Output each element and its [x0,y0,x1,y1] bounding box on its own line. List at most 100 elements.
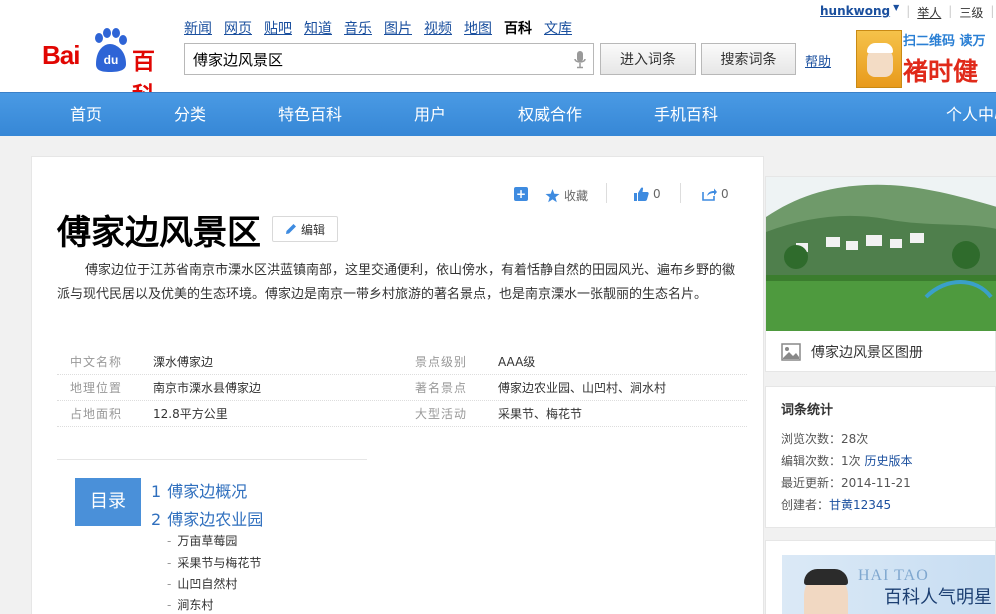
article-summary: 傅家边位于江苏省南京市溧水区洪蓝镇南部，这里交通便利，依山傍水，有着恬静自然的田… [57,263,736,302]
pencil-icon [285,224,296,234]
topnav-video[interactable]: 视频 [424,18,452,38]
entry-stats-card: 词条统计 浏览次数：28次 编辑次数：1次 历史版本 最近更新：2014-11-… [765,386,996,528]
toc-subitem[interactable]: - 山凹自然村 [167,575,237,592]
nav-partners[interactable]: 权威合作 [518,93,582,137]
thumbs-up-icon [634,187,649,201]
username-link[interactable]: hunkwong [820,4,890,21]
star-icon [545,188,560,202]
info-row: 占地面积 12.8平方公里 大型活动 采果节、梅花节 [57,401,747,427]
search-input[interactable] [185,44,555,74]
like-button[interactable]: 0 [634,187,661,201]
like-count: 0 [653,187,661,201]
topnav-baike[interactable]: 百科 [504,18,532,38]
stats-heading: 词条统计 [781,403,834,418]
picture-icon [781,343,801,361]
ad-portrait-hair [804,569,848,585]
top-header: Bai du 百科 新闻 网页 贴吧 知道 音乐 图片 视频 地图 百科 文库 … [0,0,996,109]
article-card: + 收藏 0 0 傅家边风景区 编辑 傅家边位于江苏省南京市溧水区洪蓝镇南部，这… [31,156,764,614]
stats-updated: 最近更新：2014-11-21 [781,476,911,490]
info-key: 大型活动 [415,407,468,421]
toc-subitem[interactable]: - 采果节与梅花节 [167,554,261,571]
toc-subitem-text: 涧东村 [177,598,214,612]
nav-home[interactable]: 首页 [70,93,102,137]
stats-creator: 创建者：甘黄12345 [781,496,891,513]
logo-bai-text: Bai [42,40,80,70]
divider: | [990,4,995,18]
search-box [184,43,594,75]
edit-label: 编辑 [300,222,325,237]
info-value: 溧水傅家边 [153,355,214,369]
nav-featured[interactable]: 特色百科 [278,93,342,137]
table-of-contents: 目录 1 傅家边概况 2 傅家边农业园 - 万亩草莓园 - 采果节与梅花节 - 山凹自然村… [57,459,367,614]
divider: | [906,4,911,18]
share-button[interactable]: 0 [702,187,729,201]
share-icon [702,188,717,201]
share-count: 0 [721,187,729,201]
collect-button[interactable]: 收藏 [545,187,588,204]
toc-number: 2 [151,510,162,529]
ad-brand-text: 褚时健 [903,57,979,86]
topnav-map[interactable]: 地图 [464,18,492,38]
album-card[interactable]: 傅家边风景区图册 [765,176,996,372]
logo-du-text: du [104,53,119,67]
help-link[interactable]: 帮助 [805,51,831,70]
info-value: 采果节、梅花节 [498,407,583,421]
info-key: 景点级别 [415,355,468,369]
info-row: 中文名称 溧水傅家边 景点级别 AAA级 [57,349,747,375]
enter-entry-button[interactable]: 进入词条 [600,43,696,75]
topnav-news[interactable]: 新闻 [184,18,212,38]
article-title: 傅家边风景区 [57,213,261,253]
stats-creator-label: 创建者： [781,498,830,512]
user-level-text: 三级 [959,6,984,20]
toc-label: 目录 [75,478,141,526]
info-key: 著名景点 [415,381,468,395]
scenic-photo [766,177,996,331]
toc-subitem[interactable]: - 涧东村 [167,596,213,613]
info-box: 中文名称 溧水傅家边 景点级别 AAA级 地理位置 南京市溧水县傅家边 著名景点… [57,349,747,427]
nav-mobile[interactable]: 手机百科 [654,93,718,137]
topnav-tieba[interactable]: 贴吧 [264,18,292,38]
collect-label: 收藏 [564,189,589,203]
toc-item-1[interactable]: 1 傅家边概况 [151,478,247,502]
stats-views: 浏览次数：28次 [781,432,869,446]
topnav-web[interactable]: 网页 [224,18,252,38]
topnav-music[interactable]: 音乐 [344,18,372,38]
add-button[interactable]: + [514,187,528,201]
user-rank-link[interactable]: 举人 [917,4,941,21]
history-link[interactable]: 历史版本 [864,454,912,468]
info-value: 南京市溧水县傅家边 [153,381,262,395]
baidu-paw-icon: du [95,28,127,72]
toc-item-2[interactable]: 2 傅家边农业园 [151,506,263,530]
creator-link[interactable]: 甘黄12345 [829,498,891,512]
header-ad-banner[interactable]: 扫二维码 读万 褚时健 [856,30,996,88]
nav-users[interactable]: 用户 [414,93,446,137]
plus-icon: + [514,187,528,201]
topnav-images[interactable]: 图片 [384,18,412,38]
topnav-zhidao[interactable]: 知道 [304,18,332,38]
info-value: 傅家边农业园、山凹村、涧水村 [498,381,667,395]
nav-categories[interactable]: 分类 [174,93,206,137]
edit-button[interactable]: 编辑 [272,216,338,242]
search-entry-button[interactable]: 搜索词条 [701,43,796,75]
info-key: 地理位置 [70,381,123,395]
caret-down-icon[interactable]: ▼ [893,3,899,20]
ad-scan-text: 扫二维码 读万 [903,34,986,49]
toc-subitem[interactable]: - 万亩草莓园 [167,532,237,549]
divider [606,183,607,203]
topnav-wenku[interactable]: 文库 [544,18,572,38]
album-title-text: 傅家边风景区图册 [811,345,923,361]
ad-slogan-text: 百科人气明星 [884,587,992,608]
microphone-icon[interactable] [573,51,587,69]
main-nav-bar: 首页 分类 特色百科 用户 权威合作 手机百科 个人中心 [0,92,996,136]
toc-subitem-text: 采果节与梅花节 [177,556,262,570]
toc-item-text: 傅家边概况 [167,482,248,501]
sidebar-ad[interactable]: HAI TAO 百科人气明星 [765,540,996,614]
info-value: AAA级 [498,355,536,369]
nav-personal-center[interactable]: 个人中心 [946,93,996,137]
baidu-baike-logo[interactable]: Bai du 百科 [42,28,177,109]
divider [680,183,681,203]
article-toolbar: + 收藏 0 0 [32,183,765,204]
toc-item-text: 傅家边农业园 [167,510,264,529]
album-title[interactable]: 傅家边风景区图册 [781,342,923,362]
info-key: 中文名称 [70,355,123,369]
